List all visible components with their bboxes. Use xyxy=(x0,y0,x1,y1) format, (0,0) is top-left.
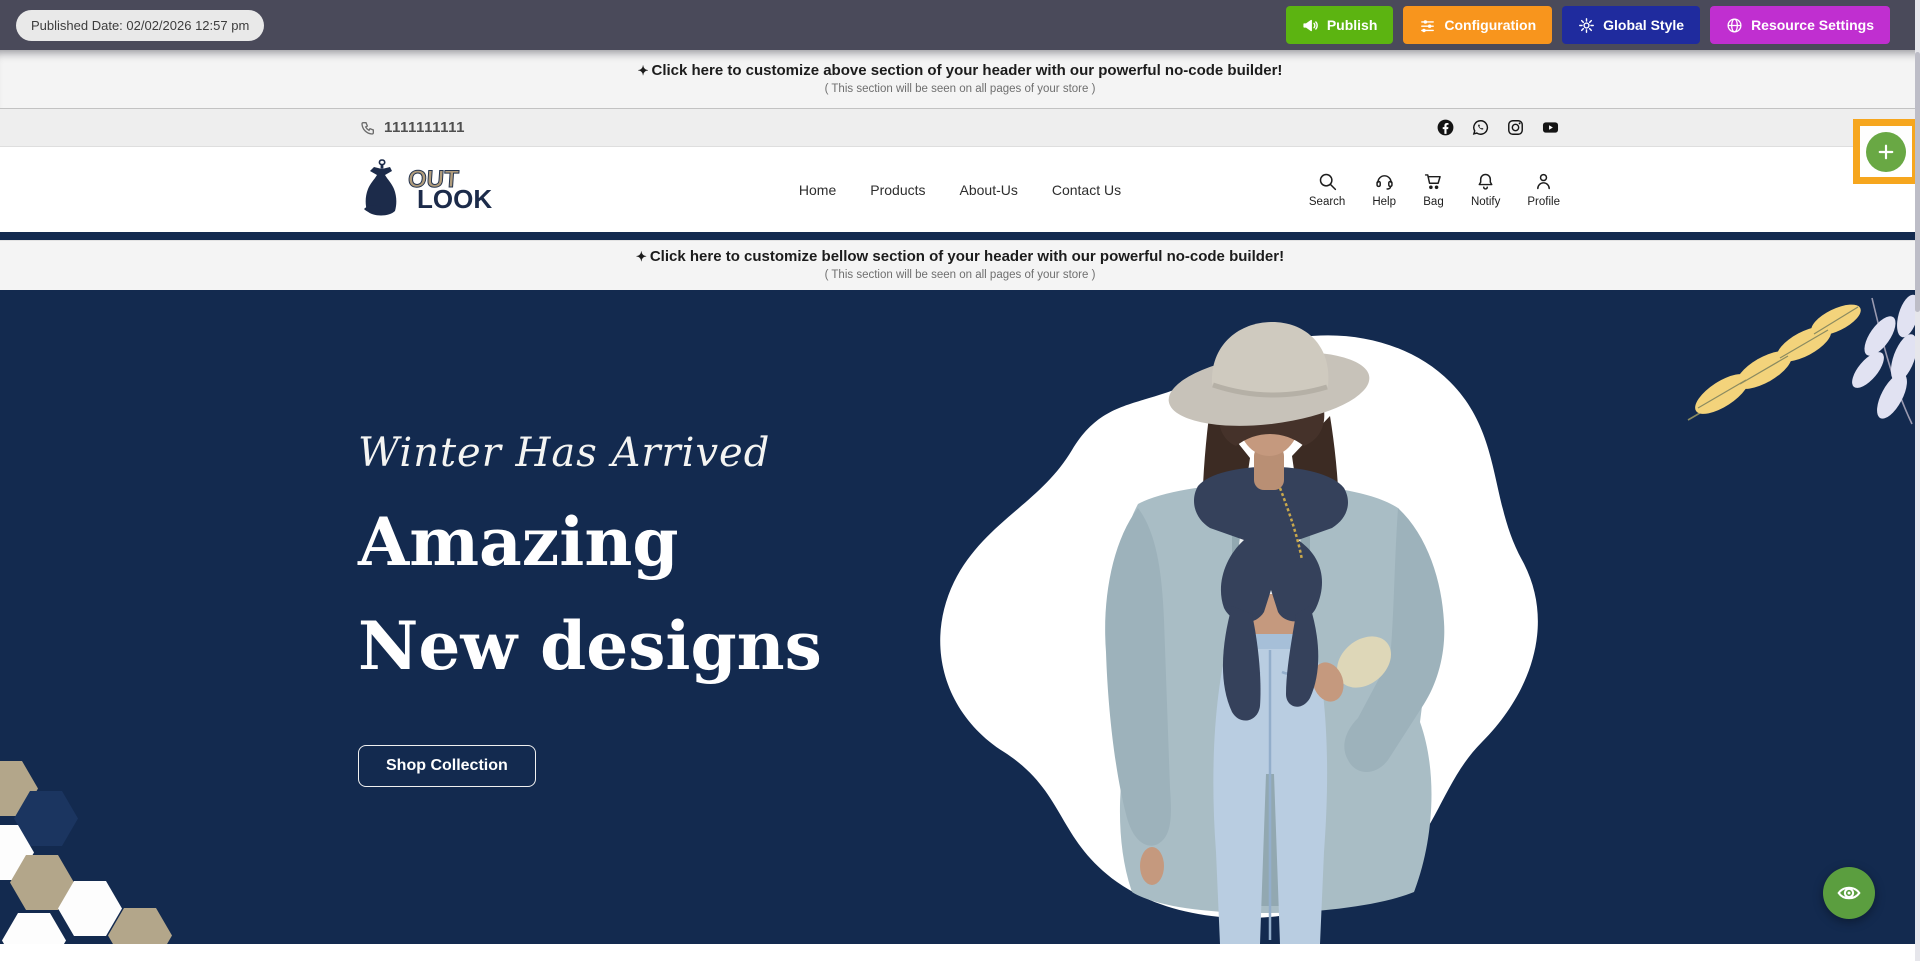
bell-icon xyxy=(1475,171,1496,192)
header-customize-top-banner[interactable]: ✦Click here to customize above section o… xyxy=(0,50,1920,108)
shop-collection-button[interactable]: Shop Collection xyxy=(358,745,536,787)
help-action[interactable]: Help xyxy=(1372,171,1396,208)
hero-eyebrow: Winter Has Arrived xyxy=(358,430,858,476)
search-label: Search xyxy=(1309,196,1345,208)
contact-topbar: 1111111111 xyxy=(0,108,1920,147)
tools-icon xyxy=(1419,17,1436,34)
configuration-button-label: Configuration xyxy=(1444,17,1536,33)
globe-icon xyxy=(1726,17,1743,34)
hero-section: Winter Has Arrived Amazing New designs S… xyxy=(0,290,1920,944)
customize-bottom-text: ✦Click here to customize bellow section … xyxy=(0,248,1920,265)
notify-label: Notify xyxy=(1471,196,1500,208)
phone-icon xyxy=(360,120,376,136)
hero-copy: Winter Has Arrived Amazing New designs S… xyxy=(358,430,858,787)
eye-icon xyxy=(1836,880,1862,906)
publish-button[interactable]: Publish xyxy=(1286,6,1394,44)
header-divider-strip xyxy=(0,232,1920,240)
cart-icon xyxy=(1423,171,1444,192)
publish-button-label: Publish xyxy=(1327,17,1378,33)
preview-button[interactable] xyxy=(1823,867,1875,919)
nav-home[interactable]: Home xyxy=(799,182,836,198)
header-customize-bottom-banner[interactable]: ✦Click here to customize bellow section … xyxy=(0,240,1920,290)
global-style-button[interactable]: Global Style xyxy=(1562,6,1700,44)
admin-top-bar: Published Date: 02/02/2026 12:57 pm Publ… xyxy=(0,0,1920,50)
add-section-widget[interactable] xyxy=(1853,119,1919,184)
customize-bottom-subtext: ( This section will be seen on all pages… xyxy=(0,269,1920,281)
profile-label: Profile xyxy=(1527,196,1560,208)
customize-top-subtext: ( This section will be seen on all pages… xyxy=(0,83,1920,95)
help-label: Help xyxy=(1372,196,1396,208)
admin-buttons: Publish Configuration Global Style Resou… xyxy=(1286,6,1890,44)
global-style-button-label: Global Style xyxy=(1603,17,1684,33)
nav-products[interactable]: Products xyxy=(870,182,925,198)
phone-number-text: 1111111111 xyxy=(384,119,465,136)
facebook-icon[interactable] xyxy=(1436,118,1455,137)
hexagon-decoration xyxy=(2,913,66,944)
header-actions: Search Help Bag Notify Profile xyxy=(1309,171,1560,208)
resource-settings-button-label: Resource Settings xyxy=(1751,17,1874,33)
logo-text-out: OUT xyxy=(407,169,493,191)
plus-icon xyxy=(1876,142,1896,162)
hero-model-image xyxy=(880,290,1580,944)
sparkles-icon: ✦ xyxy=(638,63,649,78)
person-icon xyxy=(1533,171,1554,192)
gear-icon xyxy=(1578,17,1595,34)
search-icon xyxy=(1317,171,1338,192)
main-navigation: Home Products About-Us Contact Us xyxy=(799,182,1121,198)
bag-action[interactable]: Bag xyxy=(1423,171,1444,208)
customize-top-text: ✦Click here to customize above section o… xyxy=(0,62,1920,79)
store-header: OUT LOOK Home Products About-Us Contact … xyxy=(0,147,1920,232)
notify-action[interactable]: Notify xyxy=(1471,171,1500,208)
resource-settings-button[interactable]: Resource Settings xyxy=(1710,6,1890,44)
nav-about-us[interactable]: About-Us xyxy=(960,182,1018,198)
scrollbar-thumb[interactable] xyxy=(1915,52,1920,312)
headset-icon xyxy=(1374,171,1395,192)
social-links xyxy=(1436,118,1560,137)
configuration-button[interactable]: Configuration xyxy=(1403,6,1552,44)
search-action[interactable]: Search xyxy=(1309,171,1345,208)
add-section-button[interactable] xyxy=(1866,132,1906,172)
published-date-pill: Published Date: 02/02/2026 12:57 pm xyxy=(16,10,264,41)
profile-action[interactable]: Profile xyxy=(1527,171,1560,208)
youtube-icon[interactable] xyxy=(1541,118,1560,137)
leaves-decoration xyxy=(1680,294,1915,426)
dress-logo-icon xyxy=(360,159,404,221)
nav-contact-us[interactable]: Contact Us xyxy=(1052,182,1121,198)
store-logo[interactable]: OUT LOOK xyxy=(360,159,492,221)
whatsapp-icon[interactable] xyxy=(1471,118,1490,137)
scrollbar[interactable] xyxy=(1915,0,1920,961)
hero-title: Amazing New designs xyxy=(358,490,858,699)
bag-label: Bag xyxy=(1423,196,1443,208)
megaphone-icon xyxy=(1302,17,1319,34)
phone-number[interactable]: 1111111111 xyxy=(360,119,465,136)
instagram-icon[interactable] xyxy=(1506,118,1525,137)
sparkles-icon: ✦ xyxy=(636,249,647,264)
